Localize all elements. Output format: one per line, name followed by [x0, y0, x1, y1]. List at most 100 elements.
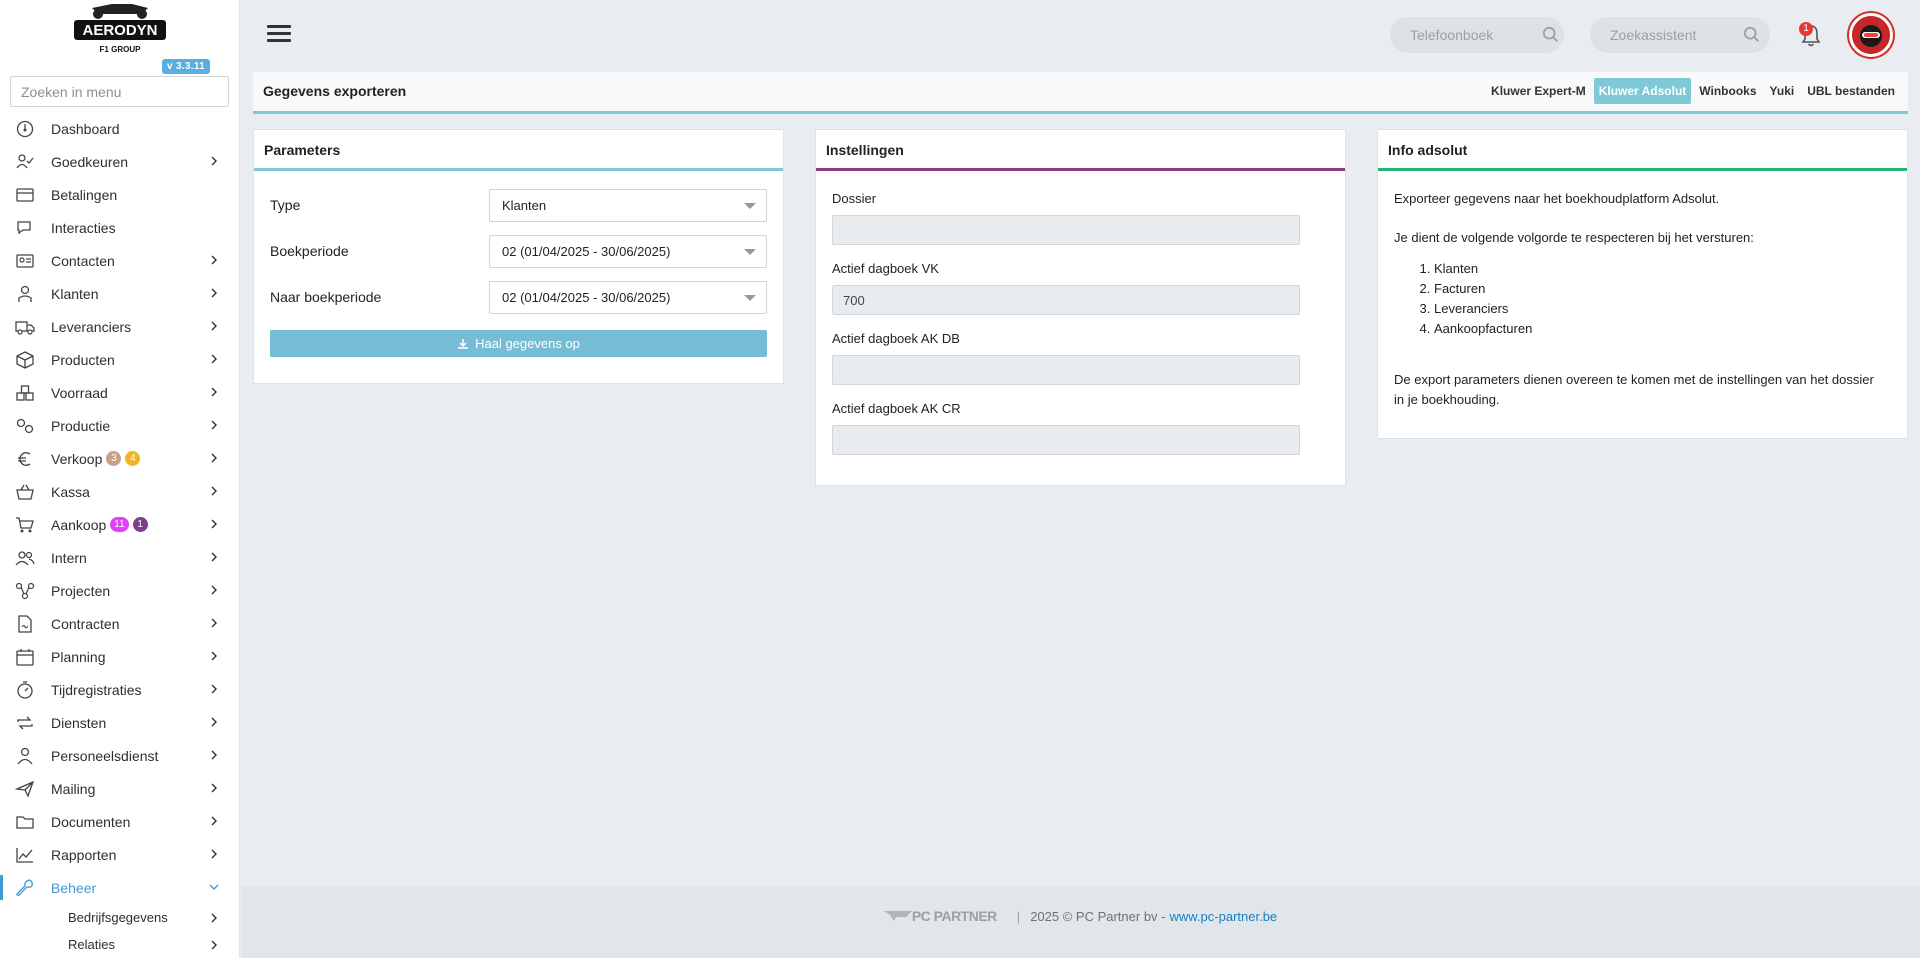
sidebar-item-diensten[interactable]: Diensten	[0, 706, 239, 739]
dropdown-caret-icon	[744, 203, 756, 209]
sidebar-item-leveranciers[interactable]: Leveranciers	[0, 310, 239, 343]
to-period-select[interactable]: 02 (01/04/2025 - 30/06/2025)	[489, 281, 767, 314]
count-badge: 4	[125, 451, 141, 466]
box-icon	[15, 350, 35, 370]
sidebar-item-label: Mailing	[51, 780, 96, 797]
chevron-right-icon	[211, 816, 217, 826]
menu-search-input[interactable]	[10, 76, 229, 107]
footer: PC PARTNER | 2025 © PC Partner bv - www.…	[241, 886, 1920, 958]
page-header: Gegevens exporteren Kluwer Expert-M Kluwe…	[253, 72, 1908, 114]
period-select[interactable]: 02 (01/04/2025 - 30/06/2025)	[489, 235, 767, 268]
settings-panel: Instellingen Dossier Actief dagboek VK 7…	[815, 129, 1346, 486]
info-panel: Info adsolut Exporteer gegevens naar het…	[1377, 129, 1908, 439]
info-intro: Exporteer gegevens naar het boekhoudplat…	[1394, 191, 1720, 206]
sidebar-item-label: Beheer	[51, 879, 97, 896]
search-icon[interactable]	[1542, 26, 1560, 44]
submenu-item-bedrijfsgegevens[interactable]: Bedrijfsgegevens	[0, 904, 239, 931]
type-select[interactable]: Klanten	[489, 189, 767, 222]
basket-icon	[15, 482, 35, 502]
tab-winbooks[interactable]: Winbooks	[1694, 78, 1761, 104]
sidebar-item-label: Contracten	[51, 615, 120, 632]
sidebar-item-label: Betalingen	[51, 186, 118, 203]
euro-icon	[15, 449, 35, 469]
dropdown-caret-icon	[744, 249, 756, 255]
export-target-tabs: Kluwer Expert-M Kluwer Adsolut Winbooks Yuk…	[1483, 78, 1900, 104]
journal-ak-db-field	[832, 355, 1300, 385]
sidebar-item-productie[interactable]: Productie	[0, 409, 239, 442]
dossier-field	[832, 215, 1300, 245]
count-badge: 3	[106, 451, 122, 466]
list-item: Aankoopfacturen	[1434, 319, 1887, 339]
sidebar-item-label: Documenten	[51, 813, 131, 830]
payments-icon	[15, 185, 35, 205]
project-icon	[15, 581, 35, 601]
sidebar-item-betalingen[interactable]: Betalingen	[0, 178, 239, 211]
sidebar-item-planning[interactable]: Planning	[0, 640, 239, 673]
sidebar-item-label: Verkoop	[51, 450, 103, 467]
sidebar-item-interacties[interactable]: Interacties	[0, 211, 239, 244]
sidebar-item-label: Contacten	[51, 252, 115, 269]
info-title: Info adsolut	[1378, 130, 1907, 171]
contract-icon	[15, 614, 35, 634]
submenu-item-label: Relaties	[68, 937, 115, 952]
sidebar-item-voorraad[interactable]: Voorraad	[0, 376, 239, 409]
sidebar-item-label: Aankoop	[51, 516, 107, 533]
menu-toggle-icon[interactable]	[267, 22, 291, 46]
sidebar-item-mailing[interactable]: Mailing	[0, 772, 239, 805]
tab-ubl-bestanden[interactable]: UBL bestanden	[1802, 78, 1900, 104]
sidebar-item-klanten[interactable]: Klanten	[0, 277, 239, 310]
search-icon[interactable]	[1743, 26, 1761, 44]
dossier-label: Dossier	[832, 191, 877, 206]
gears-icon	[15, 416, 35, 436]
settings-title: Instellingen	[816, 130, 1345, 171]
submenu-item-relaties[interactable]: Relaties	[0, 931, 239, 958]
company-logo[interactable]: AERODYN F1 GROUP	[72, 2, 168, 56]
download-icon	[458, 338, 469, 349]
notification-badge: 1	[1799, 22, 1813, 36]
tab-yuki[interactable]: Yuki	[1765, 78, 1800, 104]
sidebar-item-projecten[interactable]: Projecten	[0, 574, 239, 607]
sidebar-item-contacten[interactable]: Contacten	[0, 244, 239, 277]
sidebar-item-beheer[interactable]: Beheer	[0, 871, 239, 904]
count-badge: 1	[132, 517, 148, 532]
period-label: Boekperiode	[270, 243, 349, 259]
website-link[interactable]: www.pc-partner.be	[1170, 909, 1278, 924]
tab-kluwer-adsolut[interactable]: Kluwer Adsolut	[1593, 78, 1692, 104]
pc-partner-logo: PC PARTNER	[883, 908, 997, 924]
sidebar-item-kassa[interactable]: Kassa	[0, 475, 239, 508]
journal-ak-cr-field	[832, 425, 1300, 455]
tab-kluwer-expert-m[interactable]: Kluwer Expert-M	[1486, 78, 1591, 104]
sidebar-item-personeelsdienst[interactable]: Personeelsdienst	[0, 739, 239, 772]
sidebar-item-documenten[interactable]: Documenten	[0, 805, 239, 838]
chevron-right-icon	[211, 255, 217, 265]
chevron-right-icon	[211, 684, 217, 694]
wrench-icon	[15, 878, 35, 898]
chevron-right-icon	[211, 486, 217, 496]
sidebar-item-goedkeuren[interactable]: Goedkeuren	[0, 145, 239, 178]
version-badge: v 3.3.11	[162, 59, 210, 74]
user-avatar[interactable]	[1849, 13, 1893, 57]
svg-text:AERODYN: AERODYN	[82, 22, 157, 39]
info-steps-list: Klanten Facturen Leveranciers Aankoopfac…	[1394, 259, 1887, 339]
folder-icon	[15, 812, 35, 832]
sidebar-item-rapporten[interactable]: Rapporten	[0, 838, 239, 871]
sidebar-item-label: Dashboard	[51, 120, 120, 137]
type-label: Type	[270, 197, 301, 213]
fetch-data-button[interactable]: Haal gegevens op	[270, 330, 767, 357]
sidebar-item-producten[interactable]: Producten	[0, 343, 239, 376]
customer-icon	[15, 284, 35, 304]
sidebar-item-dashboard[interactable]: Dashboard	[0, 112, 239, 145]
phonebook-search-input[interactable]	[1390, 17, 1564, 53]
sidebar-item-verkoop[interactable]: Verkoop 3 4	[0, 442, 239, 475]
svg-text:F1 GROUP: F1 GROUP	[100, 45, 142, 54]
sidebar-item-contracten[interactable]: Contracten	[0, 607, 239, 640]
sidebar-item-intern[interactable]: Intern	[0, 541, 239, 574]
sidebar-item-aankoop[interactable]: Aankoop 11 1	[0, 508, 239, 541]
sidebar-item-tijdregistraties[interactable]: Tijdregistraties	[0, 673, 239, 706]
sidebar-item-label: Interacties	[51, 219, 116, 236]
sidebar-item-label: Goedkeuren	[51, 153, 129, 170]
approve-icon	[15, 152, 35, 172]
page-title: Gegevens exporteren	[263, 83, 407, 99]
cart-icon	[15, 515, 35, 535]
chevron-right-icon	[211, 288, 217, 298]
